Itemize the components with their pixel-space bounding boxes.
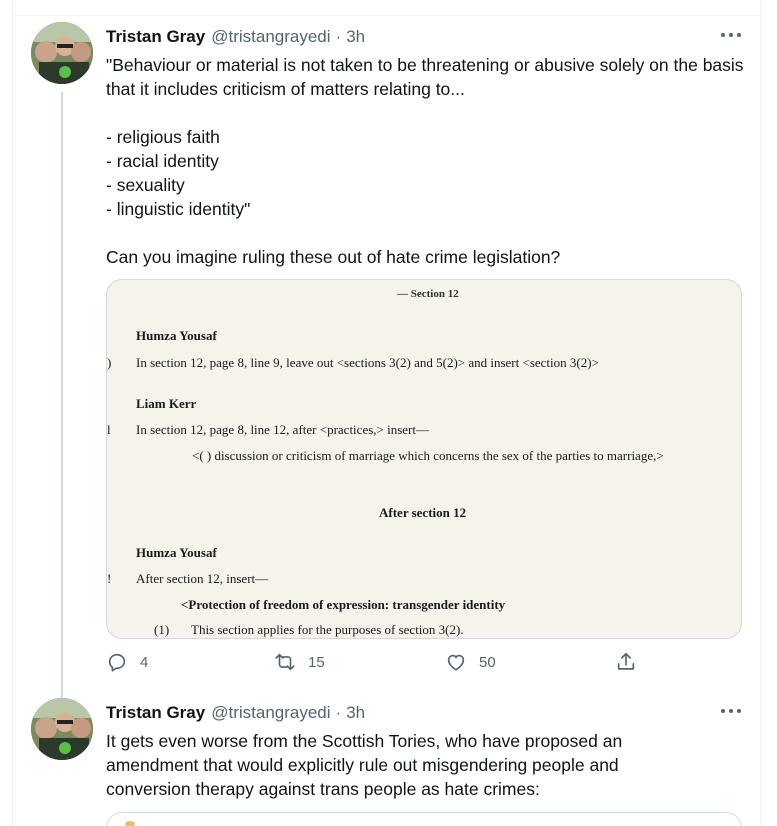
avatar-photo-icon <box>31 22 93 84</box>
column-border-right <box>760 0 761 826</box>
share-button[interactable] <box>615 650 637 674</box>
share-icon <box>617 652 635 670</box>
more-icon[interactable] <box>719 24 743 44</box>
doc-indented-text: <( ) discussion or criticism of marriage… <box>192 448 664 463</box>
avatar[interactable] <box>31 698 93 760</box>
doc-margin-marker: ! <box>107 571 112 586</box>
doc-protection-heading: <Protection of freedom of expression: tr… <box>181 597 506 612</box>
doc-clause-number: (1) <box>154 622 170 637</box>
avatar[interactable] <box>31 22 93 84</box>
author-handle[interactable]: @tristangrayedi <box>211 27 330 47</box>
tweet-header: Tristan Gray @tristangrayedi · 3h <box>106 702 365 724</box>
tweet-text: It gets even worse from the Scottish Tor… <box>106 731 628 799</box>
separator: · <box>335 27 342 46</box>
reply-icon <box>108 653 126 672</box>
doc-margin-marker: l <box>107 422 111 437</box>
tweet-text: "Behaviour or material is not taken to b… <box>106 55 744 267</box>
tweet-header: Tristan Gray @tristangrayedi · 3h <box>106 26 365 48</box>
quoted-avatar-icon <box>125 821 135 826</box>
reply-button[interactable]: 4 <box>106 650 148 674</box>
tweet-actions: 4 15 50 <box>106 650 746 674</box>
doc-amendment-text: In section 12, page 8, line 12, after <p… <box>136 422 429 437</box>
retweet-button[interactable]: 15 <box>274 650 325 674</box>
thread-line <box>61 92 63 708</box>
more-icon[interactable] <box>719 700 743 720</box>
like-count: 50 <box>479 653 496 671</box>
doc-heading: Liam Kerr <box>136 396 197 411</box>
author-handle[interactable]: @tristangrayedi <box>211 703 330 723</box>
quoted-tweet-card[interactable] <box>106 812 742 826</box>
like-icon <box>447 654 465 671</box>
tweet-image[interactable]: — Section 12 Humza Yousaf ) In section 1… <box>106 279 742 639</box>
tweet[interactable]: Tristan Gray @tristangrayedi · 3h It get… <box>13 692 760 826</box>
retweet-count: 15 <box>308 653 325 671</box>
doc-amendment-text: In section 12, page 8, line 9, leave out… <box>136 355 599 370</box>
doc-amendment-text: After section 12, insert— <box>136 571 269 586</box>
doc-top-fragment: — Section 12 <box>397 288 459 300</box>
doc-subsection: After section 12 <box>379 505 467 520</box>
tweet[interactable]: Tristan Gray @tristangrayedi · 3h "Behav… <box>13 16 760 708</box>
timestamp[interactable]: 3h <box>346 27 365 47</box>
author-name[interactable]: Tristan Gray <box>106 27 205 47</box>
timestamp[interactable]: 3h <box>346 703 365 723</box>
separator: · <box>335 703 342 722</box>
doc-clause-text: This section applies for the purposes of… <box>191 622 464 637</box>
doc-margin-marker: ) <box>107 355 112 370</box>
doc-heading: Humza Yousaf <box>136 545 217 560</box>
retweet-icon <box>275 653 295 671</box>
reply-count: 4 <box>140 653 149 671</box>
avatar-photo-icon <box>31 698 93 760</box>
like-button[interactable]: 50 <box>445 650 496 674</box>
doc-heading: Humza Yousaf <box>136 328 217 343</box>
author-name[interactable]: Tristan Gray <box>106 703 205 723</box>
